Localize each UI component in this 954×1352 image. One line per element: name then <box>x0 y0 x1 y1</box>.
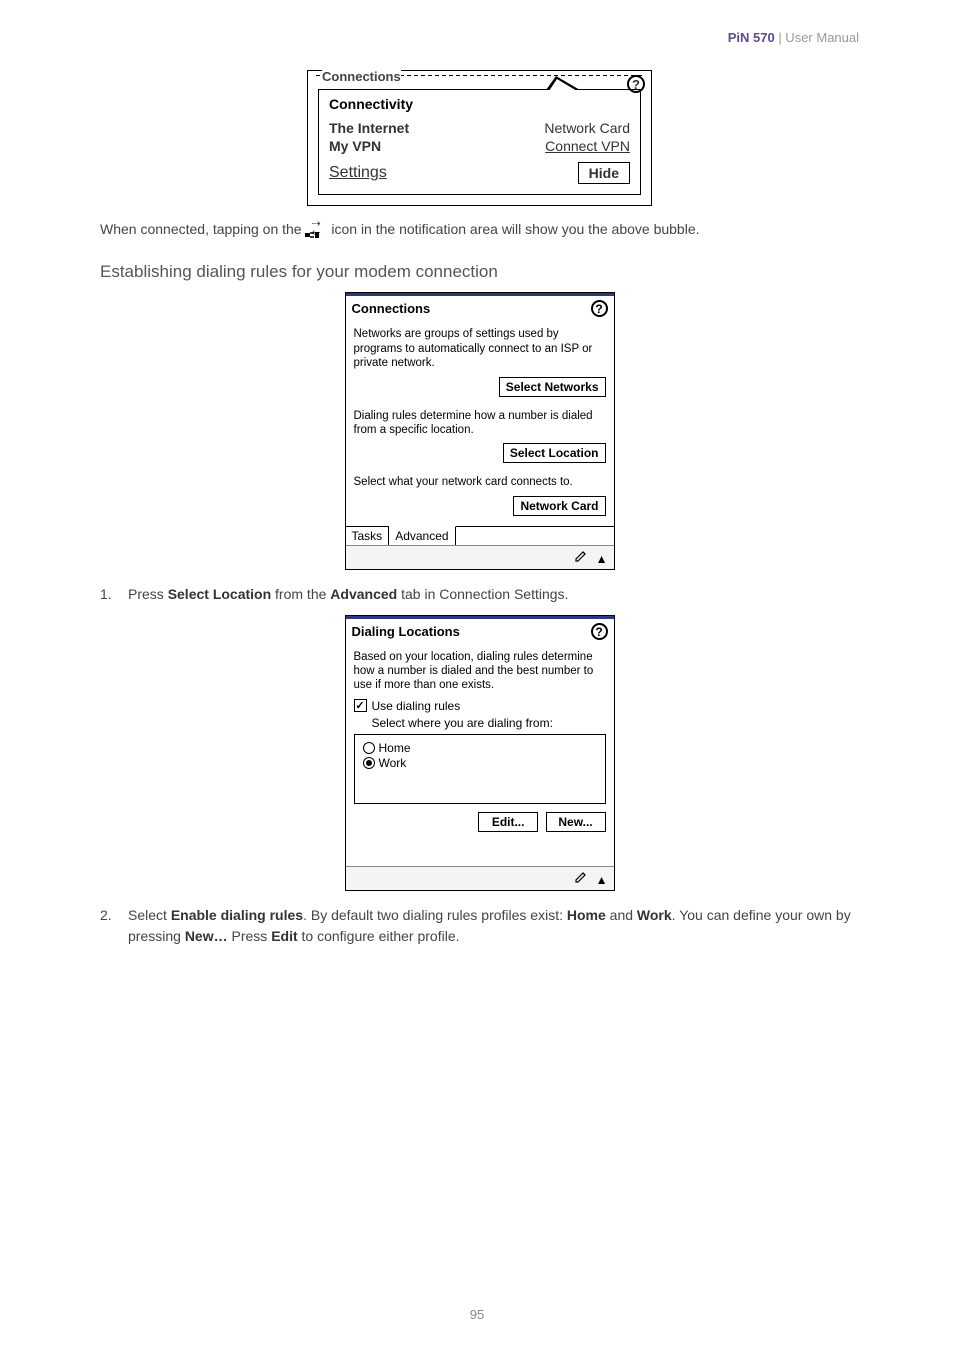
step-2-number: 2. <box>100 905 128 947</box>
s2-post: to configure either profile. <box>298 928 460 944</box>
sip-bar: ▲ <box>346 866 614 890</box>
s2-m1: . By default two dialing rules profiles … <box>303 907 567 923</box>
connection-notification-icon: ⇢⇠ <box>305 220 327 240</box>
radio-dot-icon <box>366 760 372 766</box>
figure-connections-advanced: Connections ? Networks are groups of set… <box>100 292 859 569</box>
page-header: PiN 570 | User Manual <box>100 30 859 45</box>
step-1: 1. Press Select Location from the Advanc… <box>100 584 859 605</box>
vpn-label: My VPN <box>329 138 381 154</box>
use-dialing-rules-row[interactable]: ✓ Use dialing rules <box>354 699 606 713</box>
edit-pencil-icon[interactable] <box>574 549 588 563</box>
select-networks-button[interactable]: Select Networks <box>499 377 606 397</box>
figure-connectivity-bubble: Connections ? Connectivity The Internet … <box>100 70 859 206</box>
connectivity-screenshot: Connections ? Connectivity The Internet … <box>307 70 652 206</box>
titlebar-dialing: Dialing Locations ? <box>346 616 614 644</box>
connections-body: Networks are groups of settings used by … <box>346 321 614 525</box>
radio-home[interactable] <box>363 742 375 754</box>
para1-post: icon in the notification area will show … <box>331 221 699 237</box>
sip-arrow-icon[interactable]: ▲ <box>596 873 608 887</box>
networks-description: Networks are groups of settings used by … <box>354 327 606 370</box>
help-icon[interactable]: ? <box>591 623 608 640</box>
step1-b1: Select Location <box>168 586 271 602</box>
title-connections: Connections <box>352 301 431 316</box>
heading-dialing-rules: Establishing dialing rules for your mode… <box>100 262 859 282</box>
sip-arrow-icon[interactable]: ▲ <box>596 552 608 566</box>
dialing-locations-description: Based on your location, dialing rules de… <box>354 650 606 693</box>
paragraph-bubble-explain: When connected, tapping on the ⇢⇠ icon i… <box>100 218 859 240</box>
dialing-locations-screenshot: Dialing Locations ? Based on your locati… <box>345 615 615 891</box>
connect-vpn-link[interactable]: Connect VPN <box>545 138 630 154</box>
connections-advanced-screenshot: Connections ? Networks are groups of set… <box>345 292 615 569</box>
header-suffix: | User Manual <box>775 30 859 45</box>
radio-work-label: Work <box>379 756 407 770</box>
bubble-footer: Settings Hide <box>329 162 630 184</box>
s2-m4: Press <box>228 928 272 944</box>
dialing-description: Dialing rules determine how a number is … <box>354 409 606 438</box>
hide-button[interactable]: Hide <box>578 162 630 184</box>
para1-pre: When connected, tapping on the <box>100 221 305 237</box>
edit-button[interactable]: Edit... <box>478 812 538 832</box>
tab-advanced[interactable]: Advanced <box>389 526 455 545</box>
s2-b5: Edit <box>271 928 297 944</box>
product-name: PiN 570 <box>728 30 775 45</box>
connectivity-bubble: Connectivity The Internet Network Card M… <box>318 89 641 195</box>
internet-status: Network Card <box>544 120 630 136</box>
network-card-button[interactable]: Network Card <box>513 496 605 516</box>
tab-bar: Tasks Advanced <box>346 526 614 545</box>
edit-new-buttons: Edit... New... <box>354 812 606 832</box>
internet-label: The Internet <box>329 120 409 136</box>
page-number: 95 <box>0 1307 954 1322</box>
tab-tasks[interactable]: Tasks <box>346 527 390 545</box>
radio-home-label: Home <box>379 741 411 755</box>
use-dialing-rules-label: Use dialing rules <box>372 699 461 713</box>
s2-b1: Enable dialing rules <box>171 907 303 923</box>
sip-bar: ▲ <box>346 545 614 569</box>
help-icon[interactable]: ? <box>591 300 608 317</box>
figure-dialing-locations: Dialing Locations ? Based on your locati… <box>100 615 859 891</box>
radio-work[interactable] <box>363 757 375 769</box>
dialing-body: Based on your location, dialing rules de… <box>346 644 614 866</box>
titlebar-connections: Connections ? <box>346 293 614 321</box>
radio-home-row[interactable]: Home <box>363 741 597 755</box>
s2-pre: Select <box>128 907 171 923</box>
settings-link[interactable]: Settings <box>329 164 387 182</box>
step1-b2: Advanced <box>330 586 397 602</box>
s2-b4: New… <box>185 928 228 944</box>
row-vpn: My VPN Connect VPN <box>329 138 630 154</box>
location-list: Home Work <box>354 734 606 804</box>
edit-pencil-icon[interactable] <box>574 870 588 884</box>
select-location-button[interactable]: Select Location <box>503 443 606 463</box>
step-2-text: Select Enable dialing rules. By default … <box>128 905 859 947</box>
bubble-tail-decoration <box>546 76 580 90</box>
step-2: 2. Select Enable dialing rules. By defau… <box>100 905 859 947</box>
check-mark-icon: ✓ <box>355 701 364 711</box>
plug-glyph <box>305 230 321 240</box>
bubble-title: Connectivity <box>329 96 630 112</box>
step1-mid: from the <box>271 586 330 602</box>
network-card-description: Select what your network card connects t… <box>354 475 606 489</box>
row-internet: The Internet Network Card <box>329 120 630 136</box>
step-1-text: Press Select Location from the Advanced … <box>128 584 568 605</box>
radio-work-row[interactable]: Work <box>363 756 597 770</box>
select-location-label: Select where you are dialing from: <box>354 716 606 730</box>
step1-pre: Press <box>128 586 168 602</box>
step1-post: tab in Connection Settings. <box>397 586 568 602</box>
step-1-number: 1. <box>100 584 128 605</box>
title-dialing-locations: Dialing Locations <box>352 624 460 639</box>
window-title-torn: Connections <box>322 69 401 84</box>
use-dialing-rules-checkbox[interactable]: ✓ <box>354 699 367 712</box>
new-button[interactable]: New... <box>546 812 606 832</box>
s2-b3: Work <box>637 907 672 923</box>
s2-m2: and <box>606 907 637 923</box>
s2-b2: Home <box>567 907 606 923</box>
